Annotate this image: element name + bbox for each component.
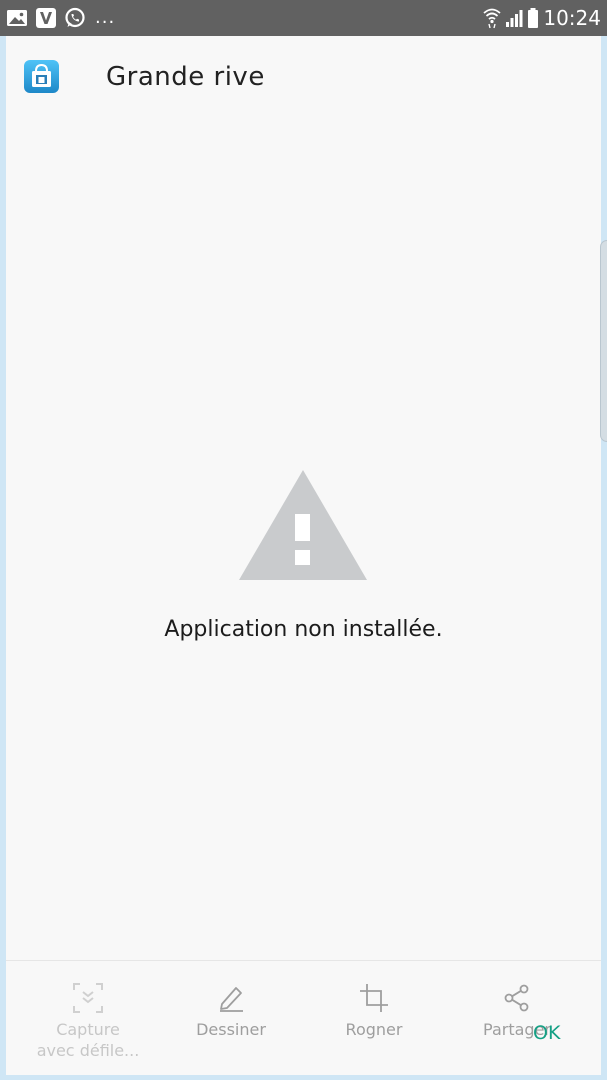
image-icon (6, 8, 28, 28)
status-bar: ... 10:24 (0, 0, 607, 36)
scroll-capture-button[interactable]: Capture avec défile... (14, 961, 162, 1075)
ok-button[interactable]: OK (533, 1021, 560, 1045)
crop-button[interactable]: Rogner (300, 961, 448, 1075)
status-left: ... (6, 6, 115, 30)
share-icon (502, 983, 532, 1013)
more-notifications: ... (95, 7, 116, 28)
page-title: Grande rive (106, 62, 265, 92)
scroll-capture-label: Capture avec défile... (36, 1020, 140, 1060)
crop-label: Rogner (345, 1020, 403, 1039)
app-header: Grande rive (6, 36, 601, 116)
error-message: Application non installée. (164, 617, 443, 642)
share-label: Partager (483, 1020, 551, 1039)
wifi-icon (483, 7, 501, 29)
draw-label: Dessiner (196, 1020, 266, 1039)
pencil-icon (216, 983, 246, 1013)
edge-panel-handle[interactable] (600, 240, 607, 442)
draw-button[interactable]: Dessiner (157, 961, 305, 1075)
scroll-capture-icon (73, 983, 103, 1013)
screenshot-toolbar: Capture avec défile... Dessiner Rogner P… (6, 960, 601, 1075)
viber-icon (35, 7, 57, 29)
share-button[interactable]: Partager (443, 961, 591, 1075)
whatsapp-icon (64, 7, 86, 29)
status-right: 10:24 (483, 6, 601, 30)
clock: 10:24 (543, 6, 601, 30)
crop-icon (359, 983, 389, 1013)
battery-icon (527, 7, 539, 29)
signal-icon (505, 8, 523, 28)
warning-triangle-icon (236, 466, 370, 582)
store-bag-icon[interactable] (24, 60, 59, 93)
